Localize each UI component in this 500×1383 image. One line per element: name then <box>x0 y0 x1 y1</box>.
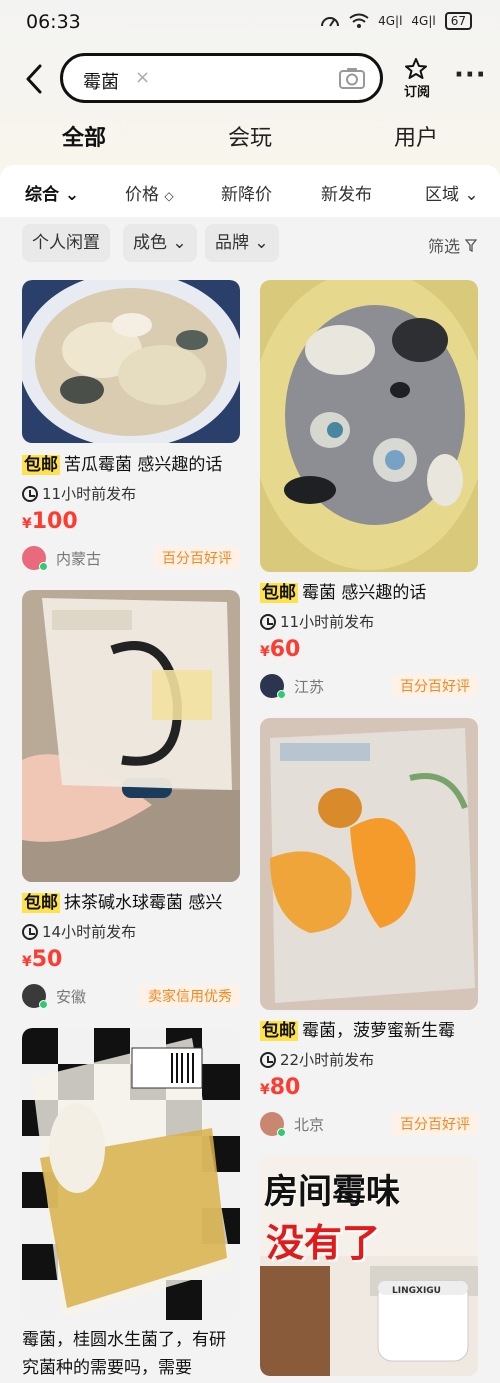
back-arrow-icon[interactable] <box>20 62 50 96</box>
post-time: 11小时前发布 <box>260 611 374 632</box>
filter-button[interactable]: 筛选 <box>428 233 478 257</box>
chevron-down-icon: ⌄ <box>64 185 80 205</box>
sort-price-drop[interactable]: 新降价 <box>221 180 272 205</box>
status-badge: 百分百好评 <box>392 675 478 697</box>
post-time: 14小时前发布 <box>22 921 136 942</box>
avatar[interactable] <box>260 674 286 699</box>
product-title: 包邮 抹茶碱水球霉菌 感兴 <box>22 893 223 913</box>
seller-location: 江苏 <box>294 678 325 696</box>
product-card[interactable]: 包邮 苦瓜霉菌 感兴趣的话 11小时前发布 ¥100 内蒙古 百分百好评 <box>22 280 240 580</box>
product-card[interactable]: 包邮 抹茶碱水球霉菌 感兴 14小时前发布 ¥50 安徽 卖家信用优秀 <box>22 590 240 1010</box>
ad-card[interactable]: 房间霉味 没有了 LINGXIGU <box>260 1156 478 1376</box>
speed-icon <box>321 17 340 27</box>
product-price: ¥60 <box>260 637 301 662</box>
star-plus-icon <box>405 58 427 79</box>
seller-row: 内蒙古 百分百好评 <box>22 544 240 571</box>
tab-all[interactable]: 全部 <box>59 120 109 152</box>
tab-huiwan[interactable]: 会玩 <box>228 120 272 152</box>
clock-icon <box>260 613 276 630</box>
avatar[interactable] <box>260 1112 286 1137</box>
free-shipping-tag: 包邮 <box>22 455 60 475</box>
post-time: 22小时前发布 <box>260 1049 374 1070</box>
ad-brand: LINGXIGU <box>392 1286 441 1296</box>
signal2-icon: 4G|l <box>411 14 436 28</box>
seller-location: 北京 <box>294 1116 325 1134</box>
product-price: ¥80 <box>260 1075 301 1100</box>
product-title: 包邮 苦瓜霉菌 感兴趣的话 <box>22 455 223 475</box>
seller-location: 安徽 <box>56 988 87 1006</box>
chip-personal-idle[interactable]: 个人闲置 <box>22 224 110 262</box>
subscribe-label: 订阅 <box>403 85 430 100</box>
search-bar[interactable]: 霉菌 × <box>60 53 383 103</box>
free-shipping-tag: 包邮 <box>260 583 298 603</box>
seller-row: 北京 百分百好评 <box>260 1110 478 1137</box>
avatar[interactable] <box>22 984 48 1009</box>
seller-location: 内蒙古 <box>56 550 102 568</box>
product-card[interactable]: 包邮 霉菌，菠萝蜜新生霉 22小时前发布 ¥80 北京 百分百好评 <box>260 718 478 1138</box>
seller-row: 安徽 卖家信用优秀 <box>22 982 240 1009</box>
chip-condition[interactable]: 成色 ⌄ <box>123 224 197 262</box>
signal-icon: 4G|l <box>378 14 403 28</box>
status-bar: 06:33 4G|l 4G|l 67 <box>0 0 500 46</box>
product-title: 包邮 霉菌 感兴趣的话 <box>260 583 427 603</box>
sort-arrows-icon: ◇ <box>164 189 174 203</box>
clock-icon <box>22 485 38 502</box>
search-keyword[interactable]: 霉菌 <box>83 68 119 94</box>
ad-headline-2: 没有了 <box>266 1221 381 1265</box>
status-time: 06:33 <box>26 11 81 33</box>
more-icon[interactable]: ··· <box>454 62 487 88</box>
product-image[interactable] <box>22 280 240 443</box>
sort-comprehensive[interactable]: 综合 ⌄ <box>25 180 79 205</box>
clear-icon[interactable]: × <box>135 67 150 88</box>
status-icons: 4G|l 4G|l 67 <box>320 12 472 30</box>
post-time: 11小时前发布 <box>22 483 136 504</box>
status-badge: 卖家信用优秀 <box>140 985 240 1007</box>
product-title: 包邮 霉菌，菠萝蜜新生霉 <box>260 1021 455 1041</box>
status-badge: 百分百好评 <box>154 547 240 569</box>
tab-users[interactable]: 用户 <box>394 120 438 152</box>
clock-icon <box>260 1051 276 1068</box>
product-description: 霉菌，桂圆水生菌了，有研究菌种的需要吗，需要 <box>22 1330 226 1378</box>
online-dot <box>39 562 48 571</box>
ad-headline-1: 房间霉味 <box>264 1172 400 1212</box>
sort-region[interactable]: 区域 ⌄ <box>425 180 479 205</box>
camera-icon[interactable] <box>338 66 366 90</box>
product-price: ¥50 <box>22 947 63 972</box>
subscribe-button[interactable]: 订阅 <box>400 57 434 101</box>
filter-icon <box>464 239 478 253</box>
avatar[interactable] <box>22 546 48 571</box>
product-image[interactable] <box>260 718 478 1010</box>
status-badge: 百分百好评 <box>392 1113 478 1135</box>
online-dot <box>277 1128 286 1137</box>
sort-price[interactable]: 价格 ◇ <box>125 180 174 205</box>
online-dot <box>277 690 286 699</box>
free-shipping-tag: 包邮 <box>260 1021 298 1041</box>
clock-icon <box>22 923 38 940</box>
seller-row: 江苏 百分百好评 <box>260 672 478 699</box>
battery-icon: 67 <box>444 12 472 30</box>
product-image[interactable] <box>22 590 240 882</box>
product-image[interactable] <box>260 280 478 572</box>
chevron-down-icon: ⌄ <box>464 185 479 205</box>
product-image[interactable] <box>22 1028 240 1320</box>
product-card[interactable]: 霉菌，桂圆水生菌了，有研究菌种的需要吗，需要 <box>22 1028 240 1383</box>
product-card[interactable]: 包邮 霉菌 感兴趣的话 11小时前发布 ¥60 江苏 百分百好评 <box>260 280 478 700</box>
free-shipping-tag: 包邮 <box>22 893 60 913</box>
chip-brand[interactable]: 品牌 ⌄ <box>205 224 279 262</box>
online-dot <box>39 1000 48 1009</box>
sort-new-release[interactable]: 新发布 <box>321 180 372 205</box>
product-price: ¥100 <box>22 509 78 534</box>
wifi-icon <box>349 13 369 28</box>
